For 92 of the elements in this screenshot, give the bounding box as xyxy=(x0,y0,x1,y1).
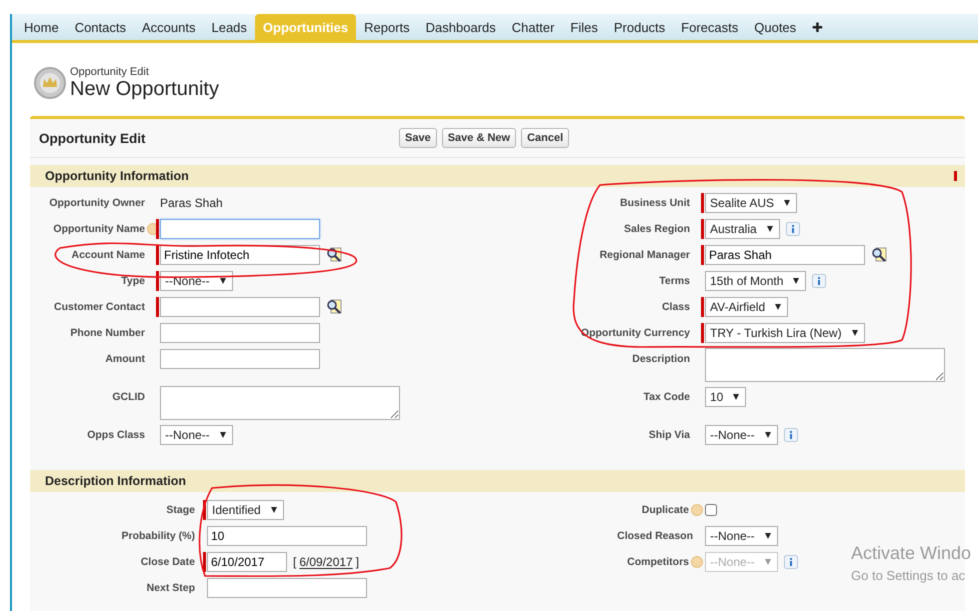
nav-tab[interactable]: Contacts xyxy=(66,14,134,40)
text-area[interactable] xyxy=(705,348,945,382)
input-field[interactable]: Fristine Infotech xyxy=(160,245,320,265)
input-field[interactable] xyxy=(160,219,320,239)
nav-tab[interactable]: ✚ xyxy=(804,14,832,40)
input-field[interactable]: 6/10/2017 xyxy=(207,552,287,572)
caret-icon xyxy=(784,200,790,206)
checkbox[interactable] xyxy=(705,504,717,516)
field-label: Tax Code xyxy=(644,391,690,403)
dropdown[interactable]: --None-- xyxy=(705,526,778,546)
info-icon[interactable] xyxy=(786,222,800,236)
dropdown[interactable]: Australia xyxy=(705,219,780,239)
caret-icon xyxy=(764,432,771,438)
nav-tab[interactable]: Accounts xyxy=(134,14,204,40)
dropdown[interactable]: --None-- xyxy=(705,425,778,445)
field-label: Business Unit xyxy=(620,197,690,209)
field-label: Phone Number xyxy=(70,327,145,339)
nav-tab[interactable]: Leads xyxy=(203,14,255,40)
field-label: Next Step xyxy=(146,582,195,594)
bracket-text: ] xyxy=(356,555,360,569)
field-label: Customer Contact xyxy=(54,301,145,313)
info-icon[interactable] xyxy=(784,428,798,442)
caret-icon xyxy=(766,226,773,232)
form-button[interactable]: Cancel xyxy=(521,128,570,148)
field-label: Account Name xyxy=(71,249,145,261)
watermark-subtitle: Go to Settings to ac xyxy=(851,568,966,583)
info-icon[interactable] xyxy=(812,274,826,288)
search-icon xyxy=(326,299,342,315)
field-label: Class xyxy=(662,301,690,313)
input-field[interactable]: 10 xyxy=(207,526,367,546)
input-field[interactable] xyxy=(207,578,367,598)
field-label: GCLID xyxy=(112,391,145,403)
form-button[interactable]: Save xyxy=(399,128,437,148)
dropdown[interactable]: AV-Airfield xyxy=(705,297,788,317)
search-icon xyxy=(326,247,342,263)
nav-tab[interactable]: Home xyxy=(16,14,67,40)
section-title: Opportunity Information xyxy=(45,169,189,183)
field-label: Description xyxy=(632,353,690,365)
panel-title: Opportunity Edit xyxy=(38,130,146,146)
field-label: Stage xyxy=(166,504,195,516)
caret-icon xyxy=(733,394,740,400)
field-label: Amount xyxy=(105,353,145,365)
input-field[interactable] xyxy=(160,297,320,317)
field-label: Opportunity Name xyxy=(53,223,145,235)
dropdown[interactable]: Identified xyxy=(207,500,284,520)
dropdown[interactable]: TRY - Turkish Lira (New) xyxy=(705,323,865,343)
field-label: Closed Reason xyxy=(617,530,693,542)
date-link[interactable]: 6/09/2017 xyxy=(299,555,353,569)
nav-tab[interactable]: Files xyxy=(562,14,606,40)
field-label: Opps Class xyxy=(87,429,145,441)
dropdown[interactable]: 15th of Month xyxy=(705,271,806,291)
watermark-title: Activate Windo xyxy=(851,543,972,564)
dropdown[interactable]: 10 xyxy=(705,387,746,407)
caret-icon xyxy=(220,432,226,438)
input-field[interactable] xyxy=(160,323,320,343)
dropdown[interactable]: Sealite AUS xyxy=(705,193,798,213)
input-field[interactable]: Paras Shah xyxy=(705,245,865,265)
page-title: New Opportunity xyxy=(70,78,219,100)
text-area[interactable] xyxy=(160,386,400,420)
input-field[interactable] xyxy=(160,349,320,369)
search-icon xyxy=(871,247,887,263)
field-label: Sales Region xyxy=(624,223,690,235)
nav-tab[interactable]: Products xyxy=(606,14,674,40)
caret-icon xyxy=(220,278,226,284)
nav-tab[interactable]: Quotes xyxy=(746,14,804,40)
section-title: Description Information xyxy=(45,474,186,488)
field-label: Duplicate xyxy=(642,504,689,516)
nav-tab[interactable]: Reports xyxy=(356,14,418,40)
field-label: Probability (%) xyxy=(121,530,195,542)
caret-icon xyxy=(764,559,771,565)
field-label: Terms xyxy=(659,275,690,287)
caret-icon xyxy=(775,304,782,310)
field-label: Opportunity Owner xyxy=(49,197,145,209)
dropdown[interactable]: --None-- xyxy=(160,271,233,291)
caret-icon xyxy=(764,533,771,539)
field-label: Type xyxy=(121,275,145,287)
bracket-text: [ xyxy=(293,555,296,569)
form-button[interactable]: Save & New xyxy=(442,128,516,148)
caret-icon xyxy=(793,278,800,284)
field-label: Regional Manager xyxy=(600,249,690,261)
nav-tab[interactable]: Forecasts xyxy=(673,14,746,40)
nav-tab[interactable]: Dashboards xyxy=(418,14,504,40)
field-label: Close Date xyxy=(140,556,195,568)
coin-icon xyxy=(33,66,67,100)
caret-icon xyxy=(852,330,858,336)
dropdown[interactable]: --None-- xyxy=(160,425,233,445)
caret-icon xyxy=(270,507,277,513)
field-label: Competitors xyxy=(627,556,689,568)
page-subtitle: Opportunity Edit xyxy=(70,66,150,78)
field-label: Ship Via xyxy=(648,429,690,441)
nav-tab[interactable]: Chatter xyxy=(504,14,562,40)
field-value: Paras Shah xyxy=(160,196,223,210)
